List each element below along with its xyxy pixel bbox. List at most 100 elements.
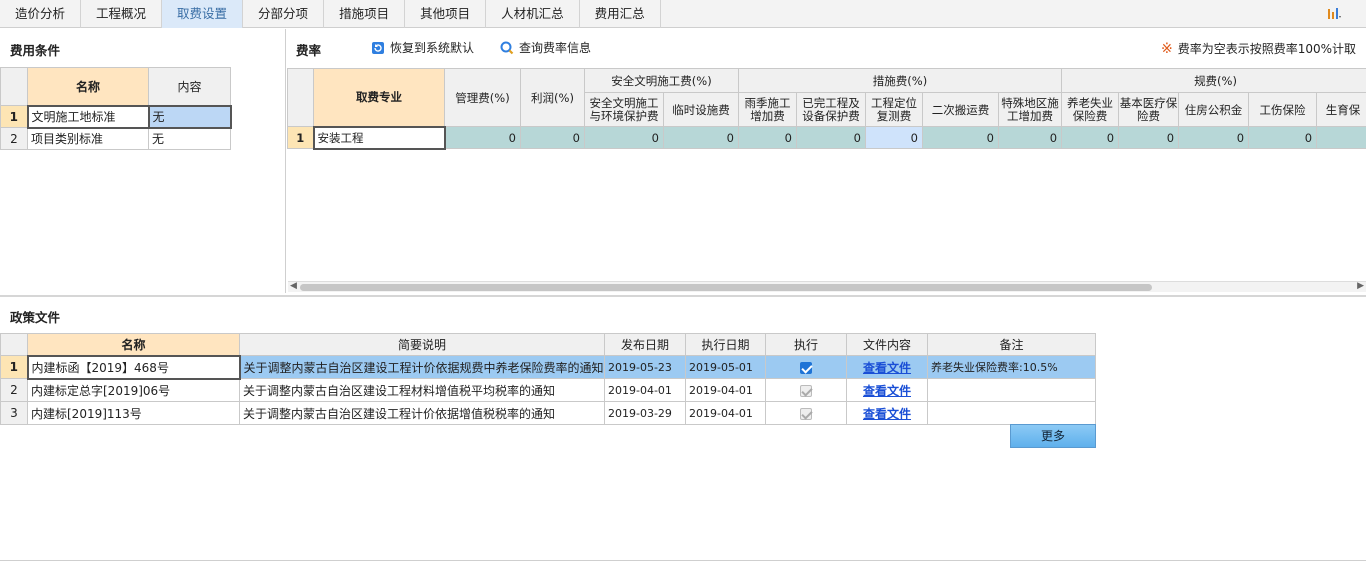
- fee-rate-panel: 费率 恢复到系统默认 查询费率信息 ※ 费率为空表示按照费率100%计取 取费专…: [287, 29, 1366, 293]
- cell-pub-date[interactable]: 2019-04-01: [604, 378, 686, 402]
- cell-profit[interactable]: 0: [520, 126, 585, 149]
- table-row[interactable]: 3 内建标[2019]113号 关于调整内蒙古自治区建设工程计价依据增值税税率的…: [0, 401, 1096, 425]
- execute-checkbox[interactable]: [800, 407, 812, 420]
- query-rate-button[interactable]: 查询费率信息: [500, 39, 591, 56]
- cell-name[interactable]: 项目类别标准: [27, 127, 149, 150]
- cell-exec-date[interactable]: 2019-05-01: [685, 355, 766, 379]
- table-row[interactable]: 1 文明施工地标准 无: [0, 104, 232, 129]
- cell-major[interactable]: 安装工程: [312, 125, 446, 150]
- cell-birth[interactable]: [1316, 126, 1366, 149]
- table-row[interactable]: 2 内建标定总字[2019]06号 关于调整内蒙古自治区建设工程材料增值税平均税…: [0, 378, 1096, 402]
- table-row[interactable]: 1 安装工程 0 0 0 0 0 0 0 0 0 0 0 0 0: [287, 125, 1366, 150]
- fee-conditions-panel: 费用条件 名称 内容 1 文明施工地标准 无 2 项目类别标准 无: [0, 29, 286, 293]
- fee-rate-title: 费率: [296, 43, 322, 58]
- cell-exec[interactable]: [765, 401, 847, 425]
- col-header-done-protect: 已完工程及设备保护费: [796, 92, 866, 127]
- settings-dropdown-icon[interactable]: [1326, 6, 1342, 22]
- col-header-desc: 简要说明: [239, 333, 605, 356]
- restore-default-button[interactable]: 恢复到系统默认: [371, 39, 474, 56]
- table-row[interactable]: 2 项目类别标准 无: [0, 127, 231, 150]
- tab-measures[interactable]: 措施项目: [324, 0, 406, 28]
- tab-cost-analysis[interactable]: 造价分析: [0, 0, 82, 28]
- tab-fee-settings[interactable]: 取费设置: [162, 0, 244, 28]
- col-header-name: 名称: [27, 333, 240, 356]
- cell-pension[interactable]: 0: [1061, 126, 1120, 149]
- cell-second-move[interactable]: 0: [922, 126, 999, 149]
- tab-labor-material[interactable]: 人材机汇总: [486, 0, 580, 28]
- cell-name[interactable]: 内建标定总字[2019]06号: [27, 378, 240, 402]
- cell-pub-date[interactable]: 2019-03-29: [604, 401, 686, 425]
- view-file-link[interactable]: 查看文件: [846, 401, 928, 425]
- view-file-link[interactable]: 查看文件: [846, 355, 928, 379]
- corner-cell: [0, 333, 28, 356]
- col-header-rain: 雨季施工增加费: [738, 92, 797, 127]
- asterisk-icon: ※: [1160, 40, 1173, 57]
- cell-exec[interactable]: [765, 378, 847, 402]
- cell-note[interactable]: 养老失业保险费率:10.5%: [927, 355, 1096, 379]
- cell-name[interactable]: 内建标函【2019】468号: [26, 354, 241, 380]
- module-tab-bar: 造价分析 工程概况 取费设置 分部分项 措施项目 其他项目 人材机汇总 费用汇总: [0, 0, 1366, 28]
- cell-medical[interactable]: 0: [1118, 126, 1180, 149]
- cell-desc[interactable]: 关于调整内蒙古自治区建设工程计价依据规费中养老保险费率的通知: [239, 355, 605, 379]
- cell-note[interactable]: [927, 378, 1096, 402]
- col-header-mgmt: 管理费(%): [444, 68, 521, 127]
- tab-fee-summary[interactable]: 费用汇总: [580, 0, 661, 28]
- cell-desc[interactable]: 关于调整内蒙古自治区建设工程计价依据增值税税率的通知: [239, 401, 605, 425]
- search-icon: [500, 41, 514, 54]
- corner-cell: [287, 68, 314, 127]
- row-number: 1: [287, 126, 314, 149]
- cell-injury[interactable]: 0: [1248, 126, 1318, 149]
- col-header-exec-date: 执行日期: [685, 333, 766, 356]
- execute-checkbox[interactable]: [800, 384, 812, 397]
- restore-default-label: 恢复到系统默认: [390, 41, 475, 55]
- cell-rain[interactable]: 0: [738, 126, 797, 149]
- cell-housing[interactable]: 0: [1178, 126, 1250, 149]
- cell-exec[interactable]: [765, 355, 847, 379]
- cell-name[interactable]: 内建标[2019]113号: [27, 401, 240, 425]
- col-header-pub-date: 发布日期: [604, 333, 686, 356]
- row-number: 1: [0, 355, 28, 379]
- view-file-link[interactable]: 查看文件: [846, 378, 928, 402]
- tab-other-items[interactable]: 其他项目: [405, 0, 487, 28]
- col-header-second-move: 二次搬运费: [922, 92, 999, 127]
- col-header-exec: 执行: [765, 333, 847, 356]
- col-header-housing: 住房公积金: [1178, 92, 1250, 127]
- cell-exec-date[interactable]: 2019-04-01: [685, 401, 766, 425]
- policy-panel: 政策文件 名称 简要说明 发布日期 执行日期 执行 文件内容 备注 1 内建标函…: [0, 295, 1366, 561]
- more-button[interactable]: 更多: [1010, 424, 1096, 448]
- cell-locate[interactable]: 0: [865, 126, 923, 149]
- col-header-pension: 养老失业保险费: [1061, 92, 1120, 127]
- table-row[interactable]: 1 内建标函【2019】468号 关于调整内蒙古自治区建设工程计价依据规费中养老…: [0, 354, 1096, 380]
- policy-title: 政策文件: [10, 310, 61, 325]
- tab-sub-items[interactable]: 分部分项: [243, 0, 325, 28]
- cell-mgmt[interactable]: 0: [444, 126, 521, 149]
- restore-icon: [372, 41, 384, 54]
- cell-special[interactable]: 0: [997, 126, 1063, 149]
- scroll-right-icon[interactable]: ▶: [1357, 281, 1364, 291]
- fee-rate-note-text: 费率为空表示按照费率100%计取: [1177, 42, 1356, 56]
- horizontal-scrollbar[interactable]: ◀ ▶: [288, 281, 1366, 292]
- cell-content[interactable]: 无: [147, 104, 232, 129]
- col-header-birth: 生育保: [1316, 92, 1366, 127]
- scroll-left-icon[interactable]: ◀: [290, 281, 297, 291]
- row-number: 2: [0, 378, 28, 402]
- cell-pub-date[interactable]: 2019-05-23: [604, 355, 686, 379]
- col-header-injury: 工伤保险: [1248, 92, 1318, 127]
- tab-project-overview[interactable]: 工程概况: [81, 0, 163, 28]
- fee-rate-note: ※ 费率为空表示按照费率100%计取: [1161, 40, 1356, 57]
- fee-conditions-table: 名称 内容 1 文明施工地标准 无 2 项目类别标准 无: [0, 67, 232, 150]
- execute-checkbox[interactable]: [800, 361, 812, 374]
- cell-safety-env[interactable]: 0: [584, 126, 664, 149]
- scrollbar-thumb[interactable]: [300, 284, 1152, 291]
- col-header-medical: 基本医疗保险费: [1118, 92, 1180, 127]
- cell-exec-date[interactable]: 2019-04-01: [685, 378, 766, 402]
- cell-note[interactable]: [927, 401, 1096, 425]
- group-header-measures: 措施费(%): [737, 68, 1063, 93]
- col-header-special: 特殊地区施工增加费: [997, 92, 1063, 127]
- cell-temp[interactable]: 0: [663, 126, 739, 149]
- col-header-name: 名称: [27, 67, 149, 106]
- cell-desc[interactable]: 关于调整内蒙古自治区建设工程材料增值税平均税率的通知: [239, 378, 605, 402]
- cell-name[interactable]: 文明施工地标准: [26, 104, 150, 129]
- cell-done-protect[interactable]: 0: [796, 126, 866, 149]
- cell-content[interactable]: 无: [148, 127, 231, 150]
